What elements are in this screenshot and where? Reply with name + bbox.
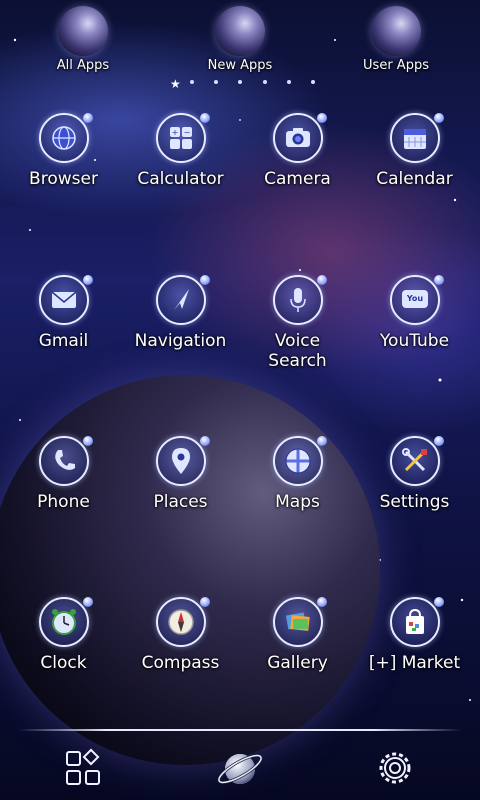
page-dot [214, 80, 219, 84]
navigation-arrow-icon [155, 275, 210, 325]
app-label: Camera [264, 169, 331, 189]
map-globe-icon [272, 436, 327, 486]
phone-icon [38, 436, 93, 486]
app-label: Browser [29, 169, 98, 189]
app-label: Voice Search [268, 331, 327, 371]
app-camera[interactable]: Camera [239, 113, 356, 189]
planet-icon [215, 6, 265, 56]
map-pin-icon [155, 436, 210, 486]
app-youtube[interactable]: You YouTube [356, 275, 473, 351]
page-indicator: ★ [170, 75, 315, 90]
user-apps-button[interactable]: User Apps [336, 6, 456, 73]
all-apps-button[interactable]: All Apps [23, 6, 143, 73]
app-label: Phone [37, 492, 90, 512]
dock-divider [18, 729, 462, 731]
app-label: Calendar [376, 169, 453, 189]
home-button[interactable] [210, 742, 270, 794]
app-label: Settings [379, 492, 450, 512]
new-apps-label: New Apps [207, 58, 273, 73]
app-navigation[interactable]: Navigation [122, 275, 239, 351]
app-drawer-grid-icon [66, 748, 100, 785]
page-dot [286, 80, 291, 84]
app-calculator[interactable]: + − Calculator [122, 113, 239, 189]
globe-icon [38, 113, 93, 163]
svg-text:−: − [183, 128, 190, 137]
app-label: Gmail [38, 331, 89, 351]
app-clock[interactable]: Clock [5, 597, 122, 673]
compass-icon [155, 597, 210, 647]
svg-text:+: + [171, 128, 178, 137]
app-settings[interactable]: Settings [356, 436, 473, 512]
camera-icon [272, 113, 327, 163]
youtube-badge-text: You [405, 294, 423, 303]
alarm-clock-icon [38, 597, 93, 647]
settings-button[interactable] [365, 742, 425, 794]
user-apps-label: User Apps [363, 58, 429, 73]
app-gmail[interactable]: Gmail [5, 275, 122, 351]
app-market[interactable]: [+] Market [356, 597, 473, 673]
page-dot [238, 80, 243, 84]
app-label: Maps [275, 492, 320, 512]
photos-icon [272, 597, 327, 647]
app-drawer-button[interactable] [53, 742, 113, 794]
app-label: Calculator [137, 169, 224, 189]
page-dot [262, 80, 267, 84]
calculator-icon: + − [155, 113, 210, 163]
app-places[interactable]: Places [122, 436, 239, 512]
app-label: Places [153, 492, 208, 512]
settings-gear-icon [379, 752, 411, 784]
all-apps-label: All Apps [56, 58, 110, 73]
app-voice-search[interactable]: Voice Search [239, 275, 356, 371]
app-label: Clock [40, 653, 87, 673]
app-label: [+] Market [368, 653, 461, 673]
calendar-icon [389, 113, 444, 163]
planet-icon [58, 6, 108, 56]
app-label: Compass [141, 653, 220, 673]
shopping-bag-icon [389, 597, 444, 647]
app-label: Navigation [134, 331, 227, 351]
page-dot [190, 80, 195, 84]
dock [0, 734, 480, 800]
mail-icon [38, 275, 93, 325]
app-gallery[interactable]: Gallery [239, 597, 356, 673]
app-compass[interactable]: Compass [122, 597, 239, 673]
app-browser[interactable]: Browser [5, 113, 122, 189]
page-dot [310, 80, 315, 84]
top-bar: All Apps New Apps User Apps ★ [0, 0, 480, 95]
app-phone[interactable]: Phone [5, 436, 122, 512]
app-label: Gallery [267, 653, 328, 673]
microphone-icon [272, 275, 327, 325]
planet-icon [371, 6, 421, 56]
tools-icon [389, 436, 444, 486]
app-calendar[interactable]: Calendar [356, 113, 473, 189]
tv-icon: You [389, 275, 444, 325]
planet-background [0, 375, 380, 765]
new-apps-button[interactable]: New Apps [180, 6, 300, 73]
saturn-home-icon [217, 754, 263, 784]
app-label: YouTube [379, 331, 450, 351]
app-maps[interactable]: Maps [239, 436, 356, 512]
